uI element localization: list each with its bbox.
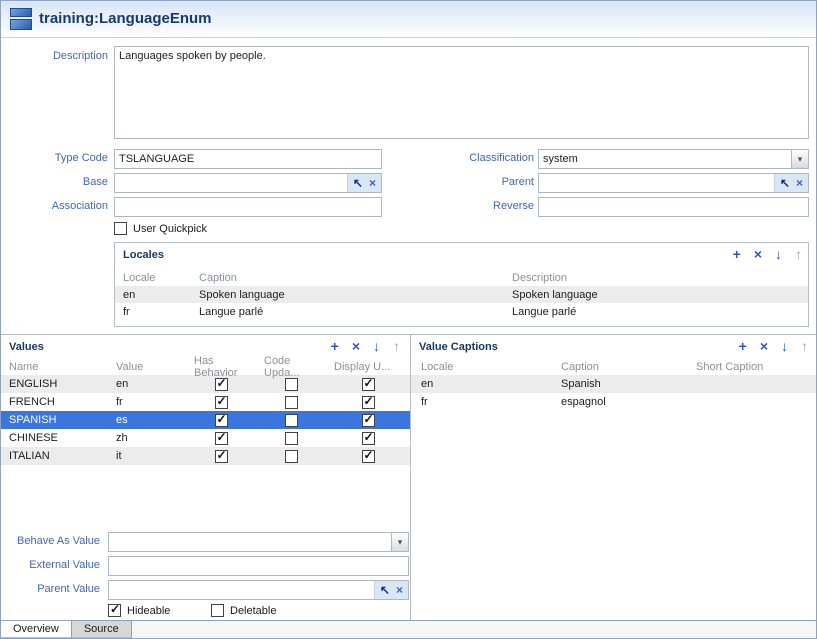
- display-update-checkbox[interactable]: [362, 450, 375, 463]
- base-label: Base: [1, 176, 108, 188]
- base-input[interactable]: [115, 174, 347, 192]
- picker-cursor-icon[interactable]: ↖: [780, 177, 790, 189]
- clear-icon[interactable]: ×: [796, 177, 803, 189]
- locale-row[interactable]: en Spoken language Spoken language: [115, 286, 808, 303]
- deletable-label: Deletable: [230, 605, 276, 617]
- base-field: ↖ ×: [114, 173, 382, 193]
- parent-value-label: Parent Value: [1, 583, 100, 595]
- association-label: Association: [1, 200, 108, 212]
- caption-row[interactable]: fr espagnol: [411, 393, 816, 411]
- editor-tabbar: Overview Source: [1, 620, 816, 638]
- locales-toolbar: + × ↓ ↑: [733, 247, 802, 261]
- editor-header: training:LanguageEnum: [1, 1, 816, 38]
- has-behavior-checkbox[interactable]: [215, 432, 228, 445]
- display-update-checkbox[interactable]: [362, 378, 375, 391]
- add-icon[interactable]: +: [733, 247, 741, 261]
- value-row[interactable]: FRENCH fr: [1, 393, 410, 411]
- user-quickpick-checkbox[interactable]: [114, 222, 127, 235]
- picker-cursor-icon[interactable]: ↖: [353, 177, 363, 189]
- classification-label: Classification: [401, 152, 534, 164]
- reverse-input[interactable]: [538, 197, 809, 217]
- parent-value-field: ↖ ×: [108, 580, 409, 600]
- locale-row[interactable]: fr Langue parlé Langue parlé: [115, 303, 808, 320]
- delete-icon[interactable]: ×: [754, 247, 762, 261]
- picker-cursor-icon[interactable]: ↖: [380, 584, 390, 596]
- clear-icon[interactable]: ×: [396, 584, 403, 596]
- enum-editor-window: training:LanguageEnum Description Langua…: [0, 0, 817, 639]
- tab-source[interactable]: Source: [72, 621, 132, 638]
- tab-overview[interactable]: Overview: [1, 621, 72, 638]
- value-captions-toolbar: + × ↓ ↑: [739, 339, 808, 353]
- external-value-input[interactable]: [108, 556, 409, 576]
- move-down-icon[interactable]: ↓: [373, 339, 380, 353]
- code-update-checkbox[interactable]: [285, 378, 298, 391]
- values-toolbar: + × ↓ ↑: [331, 339, 400, 353]
- dropdown-arrow-icon[interactable]: ▾: [791, 150, 808, 168]
- values-table: ENGLISH en FRENCH fr SPANISH es: [1, 375, 410, 465]
- parent-value-input[interactable]: [109, 581, 374, 599]
- parent-label: Parent: [401, 176, 534, 188]
- dropdown-arrow-icon[interactable]: ▾: [391, 533, 408, 551]
- move-up-icon[interactable]: ↑: [795, 247, 802, 261]
- description-label: Description: [1, 50, 108, 62]
- page-title: training:LanguageEnum: [39, 10, 212, 27]
- values-panel: Values + × ↓ ↑ Name Value Has Behavior C…: [1, 334, 411, 620]
- classification-select[interactable]: system ▾: [538, 149, 809, 169]
- association-input[interactable]: [114, 197, 382, 217]
- locales-table-header: Locale Caption Description: [115, 270, 808, 286]
- locales-title: Locales: [123, 249, 164, 261]
- code-update-checkbox[interactable]: [285, 432, 298, 445]
- clear-icon[interactable]: ×: [369, 177, 376, 189]
- code-update-checkbox[interactable]: [285, 396, 298, 409]
- has-behavior-checkbox[interactable]: [215, 378, 228, 391]
- delete-icon[interactable]: ×: [352, 339, 360, 353]
- values-title: Values: [9, 341, 44, 353]
- move-down-icon[interactable]: ↓: [775, 247, 782, 261]
- move-down-icon[interactable]: ↓: [781, 339, 788, 353]
- behave-as-value-select[interactable]: ▾: [108, 532, 409, 552]
- enum-type-icon: [10, 8, 32, 30]
- display-update-checkbox[interactable]: [362, 432, 375, 445]
- has-behavior-checkbox[interactable]: [215, 396, 228, 409]
- behave-as-value-label: Behave As Value: [1, 535, 100, 547]
- has-behavior-checkbox[interactable]: [215, 450, 228, 463]
- external-value-label: External Value: [1, 559, 100, 571]
- value-captions-title: Value Captions: [419, 341, 498, 353]
- add-icon[interactable]: +: [739, 339, 747, 353]
- value-row[interactable]: ENGLISH en: [1, 375, 410, 393]
- values-table-header: Name Value Has Behavior Code Upda... Dis…: [1, 359, 410, 375]
- move-up-icon[interactable]: ↑: [801, 339, 808, 353]
- hideable-label: Hideable: [127, 605, 170, 617]
- add-icon[interactable]: +: [331, 339, 339, 353]
- parent-field: ↖ ×: [538, 173, 809, 193]
- locales-panel: Locales + × ↓ ↑ Locale Caption Descripti…: [114, 242, 809, 327]
- hideable-checkbox[interactable]: [108, 604, 121, 617]
- reverse-label: Reverse: [401, 200, 534, 212]
- code-update-checkbox[interactable]: [285, 414, 298, 427]
- value-row[interactable]: SPANISH es: [1, 411, 410, 429]
- parent-input[interactable]: [539, 174, 774, 192]
- value-row[interactable]: ITALIAN it: [1, 447, 410, 465]
- value-captions-table: en Spanish fr espagnol: [411, 375, 816, 411]
- code-update-checkbox[interactable]: [285, 450, 298, 463]
- value-captions-panel: Value Captions + × ↓ ↑ Locale Caption Sh…: [411, 334, 816, 620]
- display-update-checkbox[interactable]: [362, 396, 375, 409]
- behave-as-value-value: [109, 533, 391, 551]
- user-quickpick-label: User Quickpick: [133, 223, 207, 235]
- value-row[interactable]: CHINESE zh: [1, 429, 410, 447]
- description-input[interactable]: Languages spoken by people.: [114, 46, 809, 139]
- value-captions-table-header: Locale Caption Short Caption: [411, 359, 816, 375]
- caption-row[interactable]: en Spanish: [411, 375, 816, 393]
- delete-icon[interactable]: ×: [760, 339, 768, 353]
- has-behavior-checkbox[interactable]: [215, 414, 228, 427]
- type-code-input[interactable]: [114, 149, 382, 169]
- type-code-label: Type Code: [1, 152, 108, 164]
- deletable-checkbox[interactable]: [211, 604, 224, 617]
- locales-table: en Spoken language Spoken language fr La…: [115, 286, 808, 320]
- display-update-checkbox[interactable]: [362, 414, 375, 427]
- move-up-icon[interactable]: ↑: [393, 339, 400, 353]
- classification-value: system: [539, 150, 791, 168]
